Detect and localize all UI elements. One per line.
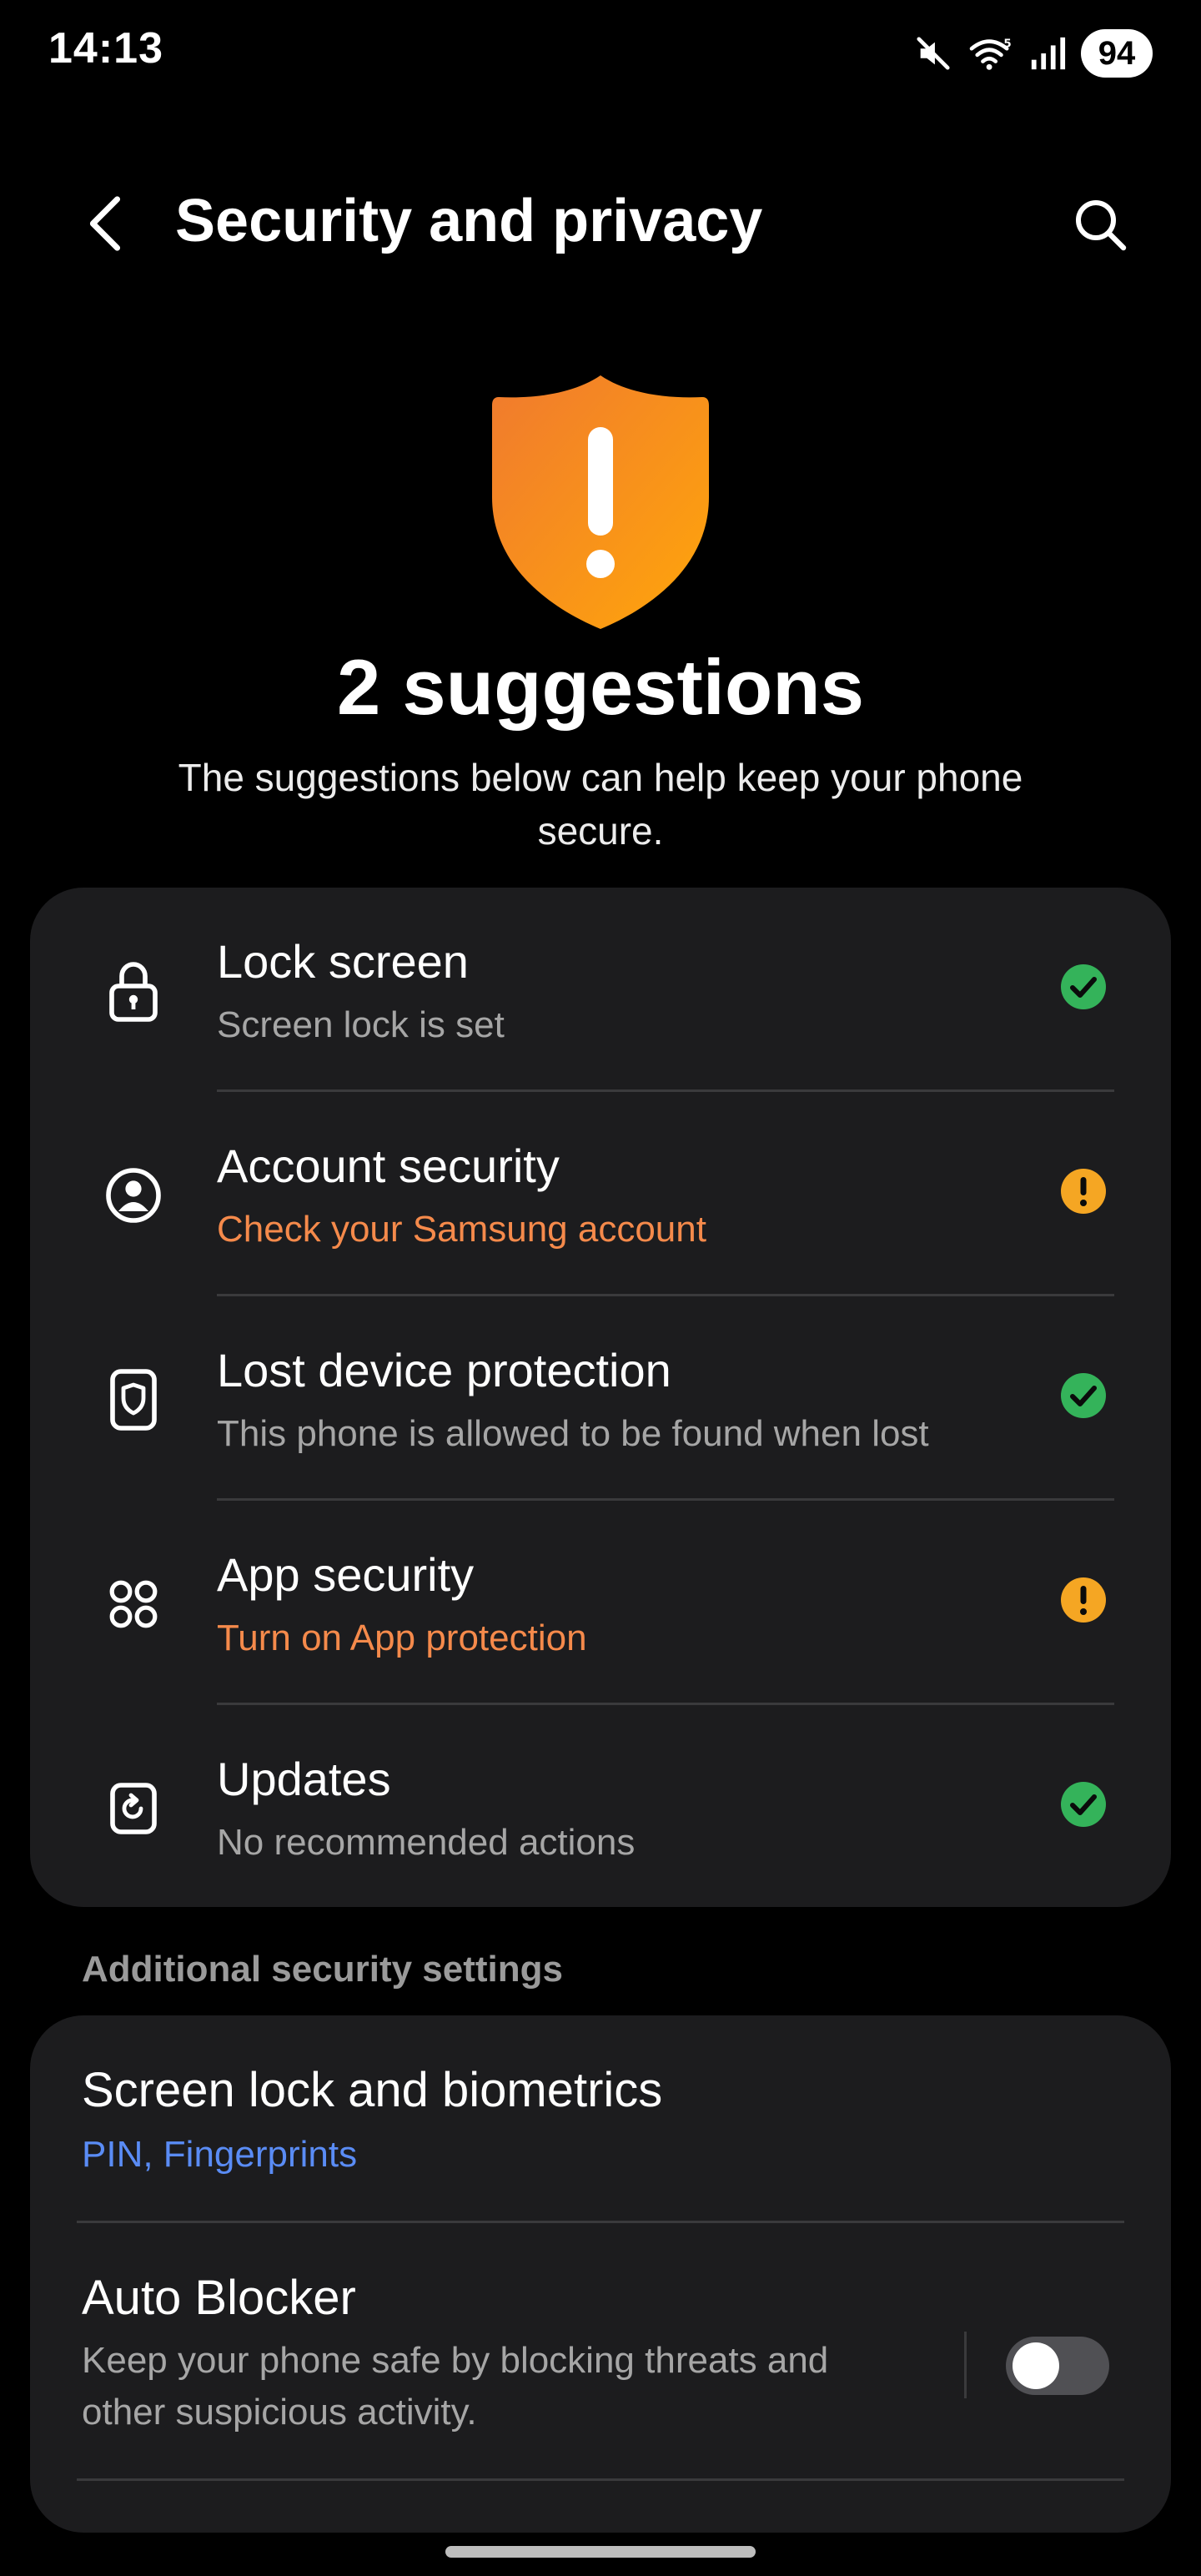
page-title: Security and privacy [175, 188, 763, 254]
status-icons: 5 94 [914, 27, 1153, 80]
check-circle-icon [1059, 1371, 1108, 1420]
suggestion-lost-device-protection[interactable]: Lost device protection This phone is all… [30, 1296, 1171, 1501]
setting-title: Screen lock and biometrics [82, 2063, 663, 2117]
wifi-icon: 5 [967, 34, 1014, 73]
search-button[interactable] [1059, 184, 1143, 267]
warning-circle-icon [1059, 1576, 1108, 1624]
signal-icon [1029, 34, 1066, 73]
warning-circle-icon [1059, 1167, 1108, 1215]
setting-subtitle: PIN, Fingerprints [82, 2134, 358, 2175]
suggestions-count-title: 2 suggestions [336, 643, 865, 731]
account-icon [97, 1159, 170, 1232]
suggestion-title: Lost device protection [217, 1344, 671, 1396]
apps-grid-icon [97, 1567, 170, 1641]
setting-auto-blocker[interactable]: Auto Blocker Keep your phone safe by blo… [30, 2223, 1171, 2478]
setting-title: Auto Blocker [82, 2271, 356, 2325]
update-icon [97, 1772, 170, 1845]
suggestions-card: Lock screen Screen lock is set Account s… [30, 888, 1171, 1907]
home-indicator[interactable] [445, 2546, 756, 2558]
status-bar: 14:13 5 94 [0, 0, 1201, 108]
suggestion-title: Updates [217, 1753, 391, 1805]
suggestion-updates[interactable]: Updates No recommended actions [30, 1705, 1171, 1907]
suggestion-app-security[interactable]: App security Turn on App protection [30, 1501, 1171, 1705]
suggestion-lock-screen[interactable]: Lock screen Screen lock is set [30, 888, 1171, 1092]
warning-shield-icon [490, 372, 711, 632]
mute-icon [914, 34, 952, 73]
setting-screen-lock-biometrics[interactable]: Screen lock and biometrics PIN, Fingerpr… [30, 2015, 1171, 2221]
suggestion-title: Account security [217, 1140, 560, 1192]
svg-text:5: 5 [1003, 38, 1011, 50]
suggestion-title: App security [217, 1548, 475, 1601]
search-icon [1076, 200, 1127, 251]
additional-settings-card: Screen lock and biometrics PIN, Fingerpr… [30, 2015, 1171, 2533]
lock-icon [97, 954, 170, 1028]
suggestion-subtitle: No recommended actions [217, 1822, 636, 1863]
suggestions-subtitle: The suggestions below can help keep your… [178, 756, 1023, 853]
back-button[interactable] [67, 182, 142, 265]
auto-blocker-toggle[interactable] [1006, 2337, 1109, 2395]
toggle-separator [964, 2332, 967, 2398]
battery-indicator: 94 [1081, 29, 1153, 78]
suggestion-title: Lock screen [217, 935, 469, 988]
device-shield-icon [97, 1363, 170, 1436]
suggestion-subtitle: This phone is allowed to be found when l… [217, 1413, 929, 1454]
divider [77, 2478, 1124, 2481]
suggestion-subtitle: Check your Samsung account [217, 1209, 706, 1250]
status-time: 14:13 [48, 24, 163, 73]
check-circle-icon [1059, 1780, 1108, 1829]
chevron-left-icon [89, 196, 121, 251]
app-header: Security and privacy [0, 167, 1201, 284]
suggestion-subtitle: Turn on App protection [217, 1618, 587, 1658]
suggestion-subtitle: Screen lock is set [217, 1004, 505, 1045]
toggle-knob [1013, 2342, 1059, 2389]
additional-settings-header: Additional security settings [82, 1949, 563, 1990]
setting-subtitle: Keep your phone safe by blocking threats… [82, 2340, 829, 2433]
check-circle-icon [1059, 963, 1108, 1011]
suggestion-account-security[interactable]: Account security Check your Samsung acco… [30, 1092, 1171, 1296]
